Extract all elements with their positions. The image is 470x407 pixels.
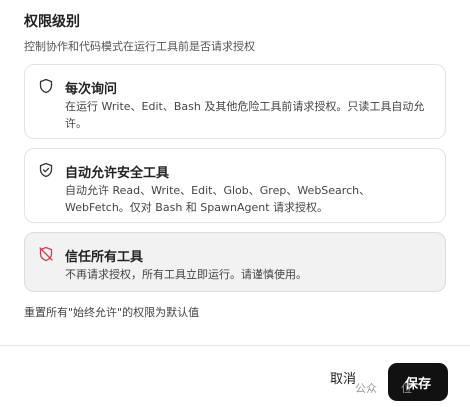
option-label: 自动允许安全工具 bbox=[65, 166, 170, 181]
option-description: 自动允许 Read、Write、Edit、Glob、Grep、WebSearch… bbox=[65, 184, 371, 214]
shield-icon bbox=[38, 78, 54, 94]
option-label: 每次询问 bbox=[65, 82, 118, 97]
reset-permissions-link[interactable]: 重置所有"始终允许"的权限为默认值 bbox=[24, 304, 199, 320]
option-label: 信任所有工具 bbox=[65, 250, 144, 265]
watermark-tail: 位 bbox=[401, 382, 412, 395]
option-trust-all-tools[interactable]: 信任所有工具 不再请求授权，所有工具立即运行。请谨慎使用。 bbox=[24, 232, 446, 292]
shield-check-icon bbox=[38, 162, 54, 178]
option-description: 在运行 Write、Edit、Bash 及其他危险工具前请求授权。只读工具自动允… bbox=[65, 100, 425, 130]
option-auto-allow-safe[interactable]: 自动允许安全工具 自动允许 Read、Write、Edit、Glob、Grep、… bbox=[24, 148, 446, 223]
footer-divider bbox=[0, 345, 470, 346]
option-ask-every-time[interactable]: 每次询问 在运行 Write、Edit、Bash 及其他危险工具前请求授权。只读… bbox=[24, 64, 446, 139]
permission-settings-panel: 权限级别 控制协作和代码模式在运行工具前是否请求授权 每次询问 在运行 Writ… bbox=[0, 0, 470, 407]
section-subtitle: 控制协作和代码模式在运行工具前是否请求授权 bbox=[24, 40, 255, 53]
watermark-text: 公众 bbox=[355, 382, 377, 395]
section-title: 权限级别 bbox=[24, 14, 80, 30]
option-description: 不再请求授权，所有工具立即运行。请谨慎使用。 bbox=[65, 268, 307, 281]
shield-off-icon bbox=[38, 246, 54, 262]
cancel-button[interactable]: 取消 bbox=[330, 368, 356, 387]
watermark: 公众 位 bbox=[355, 380, 412, 396]
